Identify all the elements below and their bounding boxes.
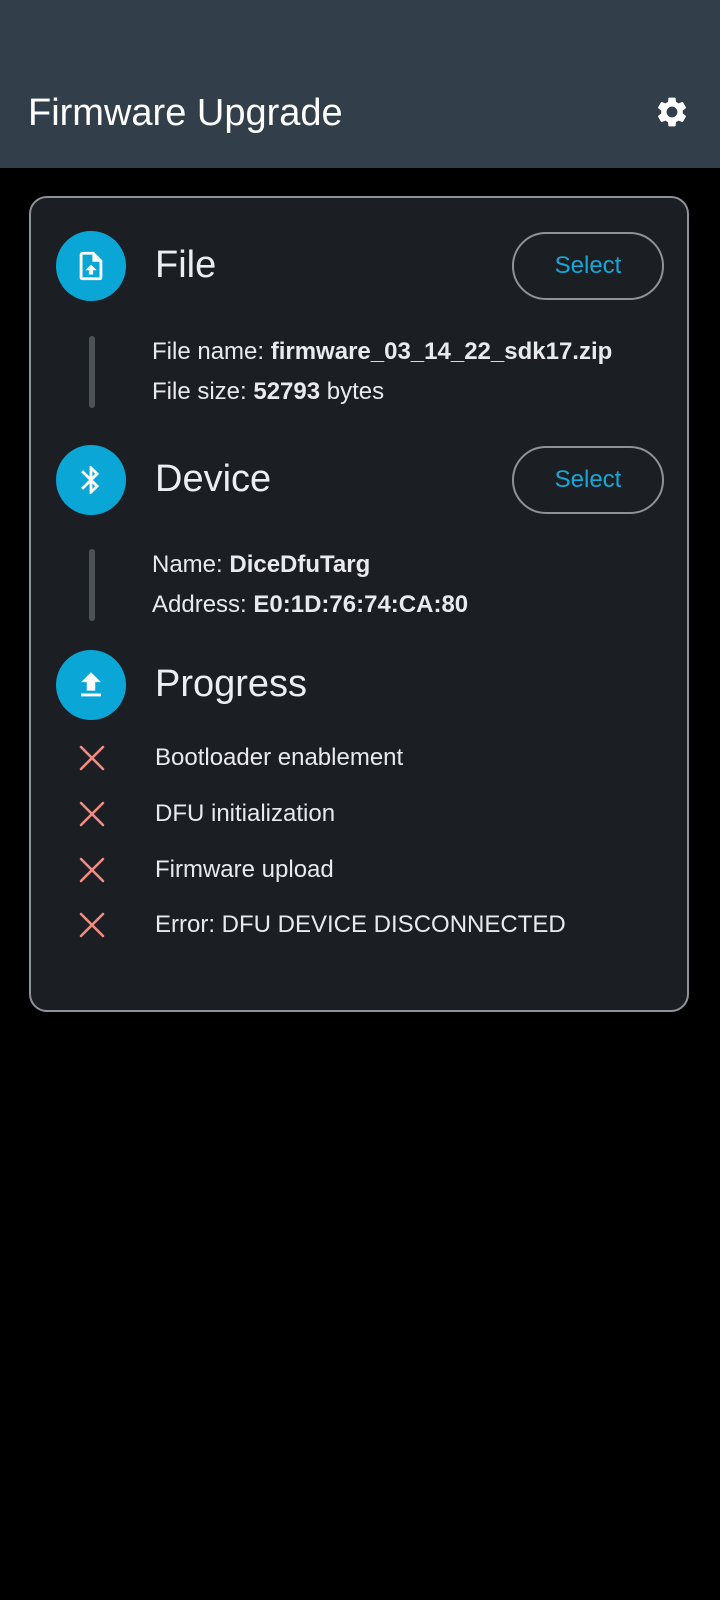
app-bar: Firmware Upgrade [0,0,720,168]
file-section-title: File [155,244,217,286]
file-name-value: firmware_03_14_22_sdk17.zip [270,338,613,365]
bluetooth-icon [81,465,100,495]
file-section-icon-badge [56,231,126,301]
close-icon [79,745,105,771]
gear-icon [657,97,687,127]
progress-step-4: Error: DFU DEVICE DISCONNECTED [155,911,566,938]
device-section-icon-badge [56,445,126,515]
page-title: Firmware Upgrade [28,92,343,134]
file-size-unit: bytes [320,378,385,405]
close-icon [79,912,105,938]
select-device-button[interactable]: Select [512,446,664,514]
progress-section-title: Progress [155,663,308,705]
close-icon [79,857,105,883]
progress-step-2: DFU initialization [155,800,336,827]
upload-icon [81,672,101,697]
progress-section-icon-badge [56,650,126,720]
progress-step-3: Firmware upload [155,856,334,883]
file-name-label: File name: [152,338,271,365]
file-info-divider [89,336,95,408]
close-icon [79,801,105,827]
file-size-line: File size: 52793 bytes [152,376,384,408]
file-size-label: File size: [152,378,254,405]
file-name-line: File name: firmware_03_14_22_sdk17.zip [152,336,612,368]
file-size-value: 52793 [253,378,321,405]
device-address-line: Address: E0:1D:76:74:CA:80 [152,589,468,621]
settings-button[interactable] [652,92,692,132]
file-upload-icon [79,251,103,281]
device-name-value: DiceDfuTarg [229,551,371,578]
upgrade-card: File Select File name: firmware_03_14_22… [29,196,689,1012]
select-file-button[interactable]: Select [512,232,664,300]
progress-step-1: Bootloader enablement [155,744,404,771]
device-info-divider [89,549,95,621]
device-section-title: Device [155,458,272,500]
device-address-value: E0:1D:76:74:CA:80 [253,591,469,618]
device-name-label: Name: [152,551,230,578]
device-address-label: Address: [152,591,254,618]
device-name-line: Name: DiceDfuTarg [152,549,370,581]
